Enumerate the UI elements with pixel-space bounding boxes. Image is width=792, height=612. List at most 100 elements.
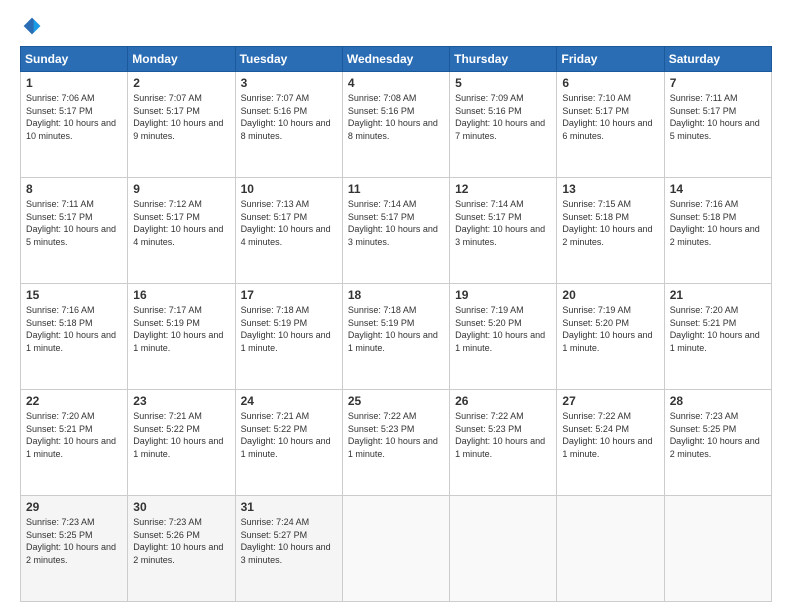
day-info: Sunrise: 7:12 AM Sunset: 5:17 PM Dayligh… [133, 198, 229, 248]
day-number: 28 [670, 394, 766, 408]
day-info: Sunrise: 7:16 AM Sunset: 5:18 PM Dayligh… [670, 198, 766, 248]
day-number: 20 [562, 288, 658, 302]
calendar-day-cell: 29 Sunrise: 7:23 AM Sunset: 5:25 PM Dayl… [21, 496, 128, 602]
calendar-day-cell: 17 Sunrise: 7:18 AM Sunset: 5:19 PM Dayl… [235, 284, 342, 390]
day-number: 11 [348, 182, 444, 196]
header [20, 16, 772, 36]
day-info: Sunrise: 7:17 AM Sunset: 5:19 PM Dayligh… [133, 304, 229, 354]
calendar-day-cell: 27 Sunrise: 7:22 AM Sunset: 5:24 PM Dayl… [557, 390, 664, 496]
calendar-day-cell: 28 Sunrise: 7:23 AM Sunset: 5:25 PM Dayl… [664, 390, 771, 496]
weekday-header-cell: Thursday [450, 47, 557, 72]
calendar-day-cell: 10 Sunrise: 7:13 AM Sunset: 5:17 PM Dayl… [235, 178, 342, 284]
day-number: 25 [348, 394, 444, 408]
day-number: 16 [133, 288, 229, 302]
weekday-header-cell: Friday [557, 47, 664, 72]
day-number: 30 [133, 500, 229, 514]
day-info: Sunrise: 7:06 AM Sunset: 5:17 PM Dayligh… [26, 92, 122, 142]
calendar-day-cell: 25 Sunrise: 7:22 AM Sunset: 5:23 PM Dayl… [342, 390, 449, 496]
day-info: Sunrise: 7:21 AM Sunset: 5:22 PM Dayligh… [241, 410, 337, 460]
calendar-day-cell: 19 Sunrise: 7:19 AM Sunset: 5:20 PM Dayl… [450, 284, 557, 390]
calendar-day-cell: 23 Sunrise: 7:21 AM Sunset: 5:22 PM Dayl… [128, 390, 235, 496]
calendar-day-cell: 31 Sunrise: 7:24 AM Sunset: 5:27 PM Dayl… [235, 496, 342, 602]
day-info: Sunrise: 7:10 AM Sunset: 5:17 PM Dayligh… [562, 92, 658, 142]
day-number: 1 [26, 76, 122, 90]
weekday-header-cell: Monday [128, 47, 235, 72]
calendar-day-cell: 6 Sunrise: 7:10 AM Sunset: 5:17 PM Dayli… [557, 72, 664, 178]
day-info: Sunrise: 7:14 AM Sunset: 5:17 PM Dayligh… [455, 198, 551, 248]
day-number: 26 [455, 394, 551, 408]
calendar-day-cell: 3 Sunrise: 7:07 AM Sunset: 5:16 PM Dayli… [235, 72, 342, 178]
calendar-day-cell: 7 Sunrise: 7:11 AM Sunset: 5:17 PM Dayli… [664, 72, 771, 178]
day-info: Sunrise: 7:21 AM Sunset: 5:22 PM Dayligh… [133, 410, 229, 460]
calendar-day-cell: 20 Sunrise: 7:19 AM Sunset: 5:20 PM Dayl… [557, 284, 664, 390]
day-info: Sunrise: 7:13 AM Sunset: 5:17 PM Dayligh… [241, 198, 337, 248]
day-info: Sunrise: 7:09 AM Sunset: 5:16 PM Dayligh… [455, 92, 551, 142]
day-number: 6 [562, 76, 658, 90]
day-number: 2 [133, 76, 229, 90]
day-number: 23 [133, 394, 229, 408]
day-info: Sunrise: 7:20 AM Sunset: 5:21 PM Dayligh… [26, 410, 122, 460]
day-number: 15 [26, 288, 122, 302]
day-info: Sunrise: 7:23 AM Sunset: 5:25 PM Dayligh… [26, 516, 122, 566]
day-info: Sunrise: 7:16 AM Sunset: 5:18 PM Dayligh… [26, 304, 122, 354]
weekday-header-cell: Sunday [21, 47, 128, 72]
day-info: Sunrise: 7:11 AM Sunset: 5:17 PM Dayligh… [26, 198, 122, 248]
calendar-day-cell [342, 496, 449, 602]
day-number: 8 [26, 182, 122, 196]
day-info: Sunrise: 7:11 AM Sunset: 5:17 PM Dayligh… [670, 92, 766, 142]
day-info: Sunrise: 7:23 AM Sunset: 5:25 PM Dayligh… [670, 410, 766, 460]
calendar-day-cell: 14 Sunrise: 7:16 AM Sunset: 5:18 PM Dayl… [664, 178, 771, 284]
calendar-day-cell: 5 Sunrise: 7:09 AM Sunset: 5:16 PM Dayli… [450, 72, 557, 178]
day-number: 19 [455, 288, 551, 302]
weekday-header-cell: Saturday [664, 47, 771, 72]
calendar-page: SundayMondayTuesdayWednesdayThursdayFrid… [0, 0, 792, 612]
day-number: 4 [348, 76, 444, 90]
day-number: 7 [670, 76, 766, 90]
day-number: 27 [562, 394, 658, 408]
day-number: 13 [562, 182, 658, 196]
calendar-day-cell: 24 Sunrise: 7:21 AM Sunset: 5:22 PM Dayl… [235, 390, 342, 496]
day-number: 3 [241, 76, 337, 90]
day-info: Sunrise: 7:08 AM Sunset: 5:16 PM Dayligh… [348, 92, 444, 142]
day-info: Sunrise: 7:22 AM Sunset: 5:24 PM Dayligh… [562, 410, 658, 460]
day-info: Sunrise: 7:22 AM Sunset: 5:23 PM Dayligh… [348, 410, 444, 460]
day-info: Sunrise: 7:14 AM Sunset: 5:17 PM Dayligh… [348, 198, 444, 248]
day-info: Sunrise: 7:07 AM Sunset: 5:16 PM Dayligh… [241, 92, 337, 142]
day-info: Sunrise: 7:18 AM Sunset: 5:19 PM Dayligh… [241, 304, 337, 354]
day-info: Sunrise: 7:15 AM Sunset: 5:18 PM Dayligh… [562, 198, 658, 248]
day-number: 10 [241, 182, 337, 196]
calendar-day-cell: 8 Sunrise: 7:11 AM Sunset: 5:17 PM Dayli… [21, 178, 128, 284]
calendar-day-cell [450, 496, 557, 602]
day-info: Sunrise: 7:18 AM Sunset: 5:19 PM Dayligh… [348, 304, 444, 354]
calendar-day-cell: 15 Sunrise: 7:16 AM Sunset: 5:18 PM Dayl… [21, 284, 128, 390]
weekday-header-row: SundayMondayTuesdayWednesdayThursdayFrid… [21, 47, 772, 72]
day-info: Sunrise: 7:24 AM Sunset: 5:27 PM Dayligh… [241, 516, 337, 566]
calendar-day-cell: 30 Sunrise: 7:23 AM Sunset: 5:26 PM Dayl… [128, 496, 235, 602]
calendar-week-row: 22 Sunrise: 7:20 AM Sunset: 5:21 PM Dayl… [21, 390, 772, 496]
calendar-day-cell [664, 496, 771, 602]
calendar-day-cell: 11 Sunrise: 7:14 AM Sunset: 5:17 PM Dayl… [342, 178, 449, 284]
day-number: 9 [133, 182, 229, 196]
day-info: Sunrise: 7:20 AM Sunset: 5:21 PM Dayligh… [670, 304, 766, 354]
day-number: 29 [26, 500, 122, 514]
logo [20, 16, 42, 36]
calendar-day-cell: 4 Sunrise: 7:08 AM Sunset: 5:16 PM Dayli… [342, 72, 449, 178]
day-number: 31 [241, 500, 337, 514]
calendar-week-row: 29 Sunrise: 7:23 AM Sunset: 5:25 PM Dayl… [21, 496, 772, 602]
day-number: 22 [26, 394, 122, 408]
day-info: Sunrise: 7:19 AM Sunset: 5:20 PM Dayligh… [562, 304, 658, 354]
day-number: 14 [670, 182, 766, 196]
day-info: Sunrise: 7:23 AM Sunset: 5:26 PM Dayligh… [133, 516, 229, 566]
day-number: 24 [241, 394, 337, 408]
calendar-day-cell: 22 Sunrise: 7:20 AM Sunset: 5:21 PM Dayl… [21, 390, 128, 496]
logo-icon [22, 16, 42, 36]
day-number: 17 [241, 288, 337, 302]
calendar-day-cell: 26 Sunrise: 7:22 AM Sunset: 5:23 PM Dayl… [450, 390, 557, 496]
calendar-day-cell: 21 Sunrise: 7:20 AM Sunset: 5:21 PM Dayl… [664, 284, 771, 390]
calendar-day-cell: 16 Sunrise: 7:17 AM Sunset: 5:19 PM Dayl… [128, 284, 235, 390]
day-info: Sunrise: 7:19 AM Sunset: 5:20 PM Dayligh… [455, 304, 551, 354]
day-number: 18 [348, 288, 444, 302]
calendar-day-cell: 18 Sunrise: 7:18 AM Sunset: 5:19 PM Dayl… [342, 284, 449, 390]
weekday-header-cell: Wednesday [342, 47, 449, 72]
day-number: 21 [670, 288, 766, 302]
